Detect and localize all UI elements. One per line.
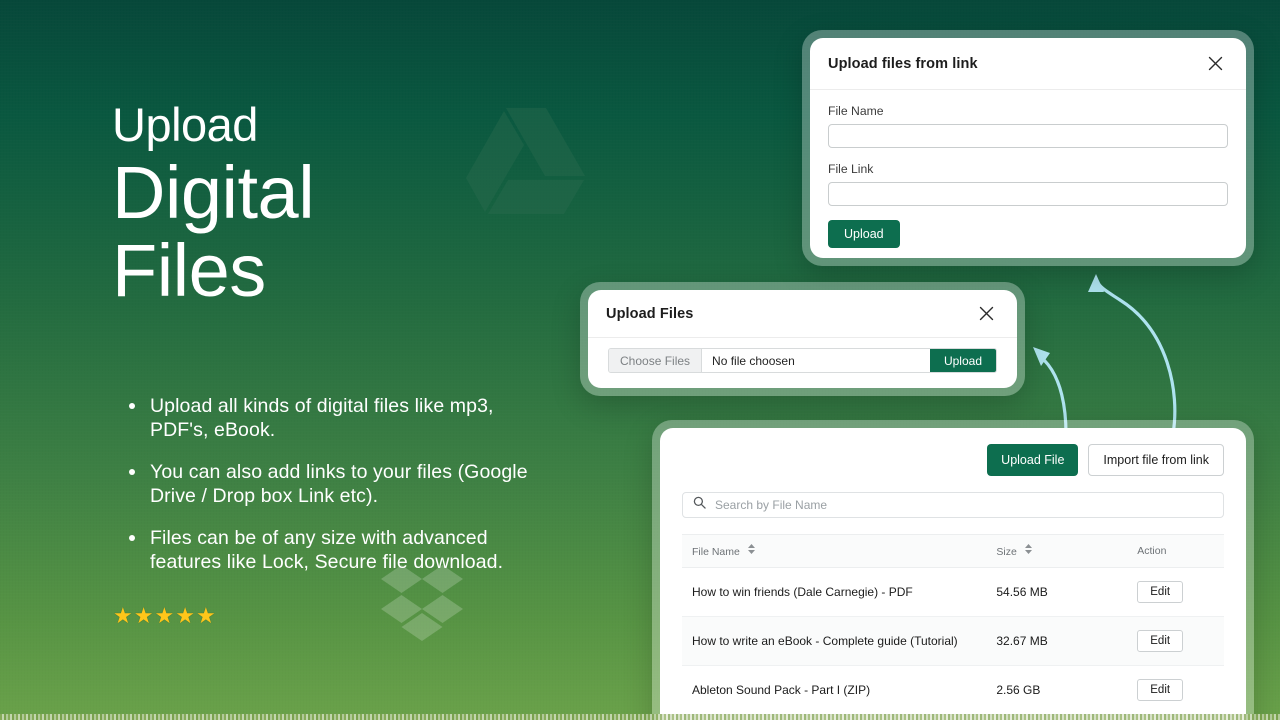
file-manager-panel: Upload File Import file from link File N — [652, 420, 1254, 720]
feature-bullet-list: Upload all kinds of digital files like m… — [122, 394, 542, 592]
search-bar[interactable] — [682, 492, 1224, 518]
upload-button[interactable]: Upload — [828, 220, 900, 248]
sort-icon[interactable] — [747, 544, 755, 557]
cell-size: 32.67 MB — [996, 616, 1138, 666]
close-icon[interactable] — [973, 301, 999, 327]
column-header-action: Action — [1137, 534, 1224, 568]
star-icon: ★ — [175, 603, 195, 628]
sort-icon[interactable] — [1024, 544, 1032, 557]
choose-files-button[interactable]: Choose Files — [609, 349, 703, 372]
cell-action: Edit — [1137, 567, 1224, 617]
search-icon — [693, 496, 706, 514]
edit-button[interactable]: Edit — [1137, 679, 1184, 701]
dialog-header: Upload files from link — [810, 38, 1246, 90]
star-icon: ★ — [133, 603, 154, 628]
upload-files-dialog: Upload Files Choose Files No file choose… — [580, 282, 1025, 396]
cell-size: 2.56 GB — [996, 665, 1138, 715]
upload-file-button[interactable]: Upload File — [987, 444, 1079, 476]
file-picker-row: Choose Files No file choosen Upload — [608, 348, 997, 373]
cell-file-name: Ableton Sound Pack - Part I (ZIP) — [682, 665, 997, 715]
edit-button[interactable]: Edit — [1137, 581, 1184, 603]
file-name-field-group: File Name — [828, 104, 1228, 148]
column-header-label: File Name — [692, 546, 740, 558]
file-name-input[interactable] — [828, 124, 1228, 148]
cell-file-name: How to win friends (Dale Carnegie) - PDF — [682, 567, 997, 617]
file-link-label: File Link — [828, 162, 874, 176]
column-header-label: Size — [996, 546, 1017, 558]
list-item: Upload all kinds of digital files like m… — [122, 394, 542, 442]
star-icon: ★ — [195, 603, 216, 628]
edit-button[interactable]: Edit — [1137, 630, 1184, 652]
import-file-from-link-button[interactable]: Import file from link — [1088, 444, 1224, 476]
table-row: How to write an eBook - Complete guide (… — [682, 616, 1224, 666]
selected-file-status: No file choosen — [702, 349, 930, 372]
list-item: Files can be of any size with advanced f… — [122, 526, 542, 574]
close-icon[interactable] — [1202, 51, 1228, 77]
table-header-row: File Name Size Action — [682, 534, 1224, 568]
hero-heading-block: Upload Digital Files — [112, 96, 582, 310]
file-name-label: File Name — [828, 104, 884, 118]
search-input[interactable] — [715, 498, 1213, 512]
column-header-size[interactable]: Size — [996, 534, 1138, 568]
bottom-edge-artifact — [0, 714, 1280, 720]
cell-action: Edit — [1137, 616, 1224, 666]
cell-file-name: How to write an eBook - Complete guide (… — [682, 616, 997, 666]
cell-size: 54.56 MB — [996, 567, 1138, 617]
star-icon: ★ — [113, 603, 133, 628]
dialog-header: Upload Files — [588, 290, 1017, 338]
file-link-field-group: File Link — [828, 162, 1228, 206]
star-rating: ★ ★ ★ ★ ★ — [113, 605, 216, 627]
file-link-input[interactable] — [828, 182, 1228, 206]
list-item: You can also add links to your files (Go… — [122, 460, 542, 508]
hero-line-2: Digital — [112, 151, 315, 234]
hero-line-1: Upload — [112, 98, 258, 151]
table-row: Ableton Sound Pack - Part I (ZIP) 2.56 G… — [682, 665, 1224, 715]
cell-action: Edit — [1137, 665, 1224, 715]
upload-button[interactable]: Upload — [929, 349, 996, 372]
star-icon: ★ — [154, 603, 175, 628]
column-header-file-name[interactable]: File Name — [682, 534, 997, 568]
dialog-title: Upload Files — [606, 305, 694, 322]
dialog-title: Upload files from link — [828, 55, 978, 72]
table-row: How to win friends (Dale Carnegie) - PDF… — [682, 567, 1224, 617]
hero-line-3: Files — [112, 229, 266, 312]
file-table: File Name Size Action How to win friends… — [682, 534, 1224, 720]
column-header-label: Action — [1137, 545, 1167, 557]
upload-from-link-dialog: Upload files from link File Name File Li… — [802, 30, 1254, 266]
panel-action-bar: Upload File Import file from link — [682, 444, 1224, 476]
